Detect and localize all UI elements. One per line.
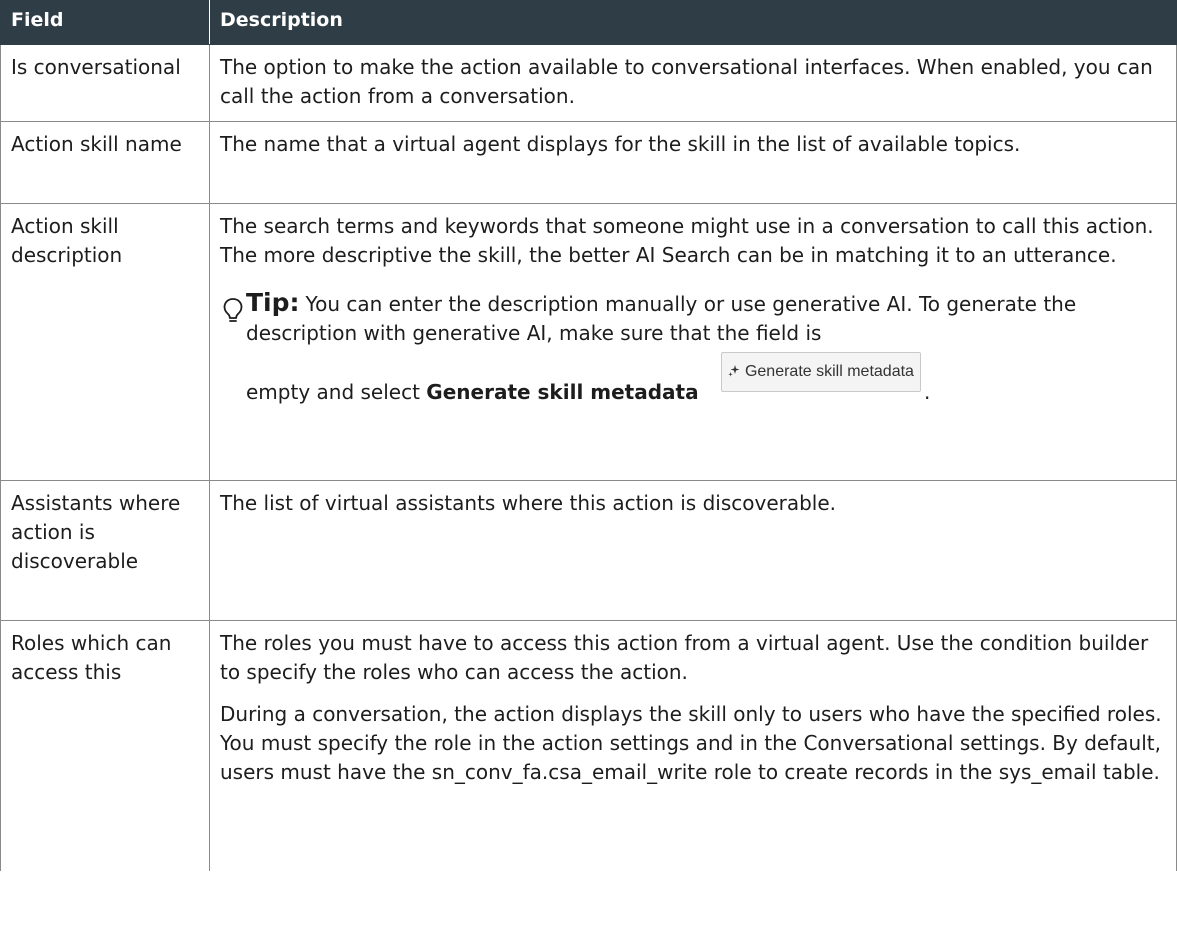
tip-keyword: Generate skill metadata: [426, 380, 699, 404]
lightbulb-icon: [223, 298, 243, 322]
field-name: Action skill description: [0, 203, 210, 481]
tip-label: Tip:: [246, 288, 300, 317]
tip-text-end: empty and select: [246, 380, 420, 404]
description-paragraph: During a conversation, the action displa…: [220, 702, 1162, 784]
description-paragraph: The list of virtual assistants where thi…: [220, 491, 837, 515]
table-row: Assistants where action is discoverable …: [0, 480, 1177, 621]
sparkle-icon: [728, 365, 740, 377]
field-description: The option to make the action available …: [209, 44, 1177, 122]
tip-period: .: [923, 380, 931, 404]
generate-button-label: Generate skill metadata: [744, 363, 914, 380]
description-paragraph: The option to make the action available …: [220, 55, 1153, 108]
field-name: Assistants where action is discoverable: [0, 480, 210, 621]
description-paragraph: The name that a virtual agent displays f…: [220, 132, 1021, 156]
header-field: Field: [0, 0, 210, 45]
table-header-row: Field Description: [0, 0, 1177, 45]
table-row: Roles which can access this The roles yo…: [0, 620, 1177, 871]
field-description: The roles you must have to access this a…: [209, 620, 1177, 871]
field-description: The list of virtual assistants where thi…: [209, 480, 1177, 621]
table-row: Is conversational The option to make the…: [0, 44, 1177, 122]
description-paragraph: The search terms and keywords that someo…: [220, 214, 1154, 267]
table-row: Action skill description The search term…: [0, 203, 1177, 481]
fields-table: Field Description Is conversational The …: [0, 0, 1177, 871]
table-row: Action skill name The name that a virtua…: [0, 121, 1177, 204]
generate-skill-metadata-button[interactable]: Generate skill metadata: [720, 352, 921, 392]
field-name: Is conversational: [0, 44, 210, 122]
tip-note: Tip: You can enter the description manual…: [220, 288, 1166, 422]
description-paragraph: The roles you must have to access this a…: [220, 631, 1149, 684]
header-description: Description: [209, 0, 1177, 45]
field-name: Action skill name: [0, 121, 210, 204]
field-name: Roles which can access this: [0, 620, 210, 871]
tip-text: You can enter the description manually o…: [246, 292, 1077, 345]
field-description: The search terms and keywords that someo…: [209, 203, 1177, 481]
tip-last-line: empty and select Generate skill metadata…: [246, 352, 1166, 418]
field-description: The name that a virtual agent displays f…: [209, 121, 1177, 204]
